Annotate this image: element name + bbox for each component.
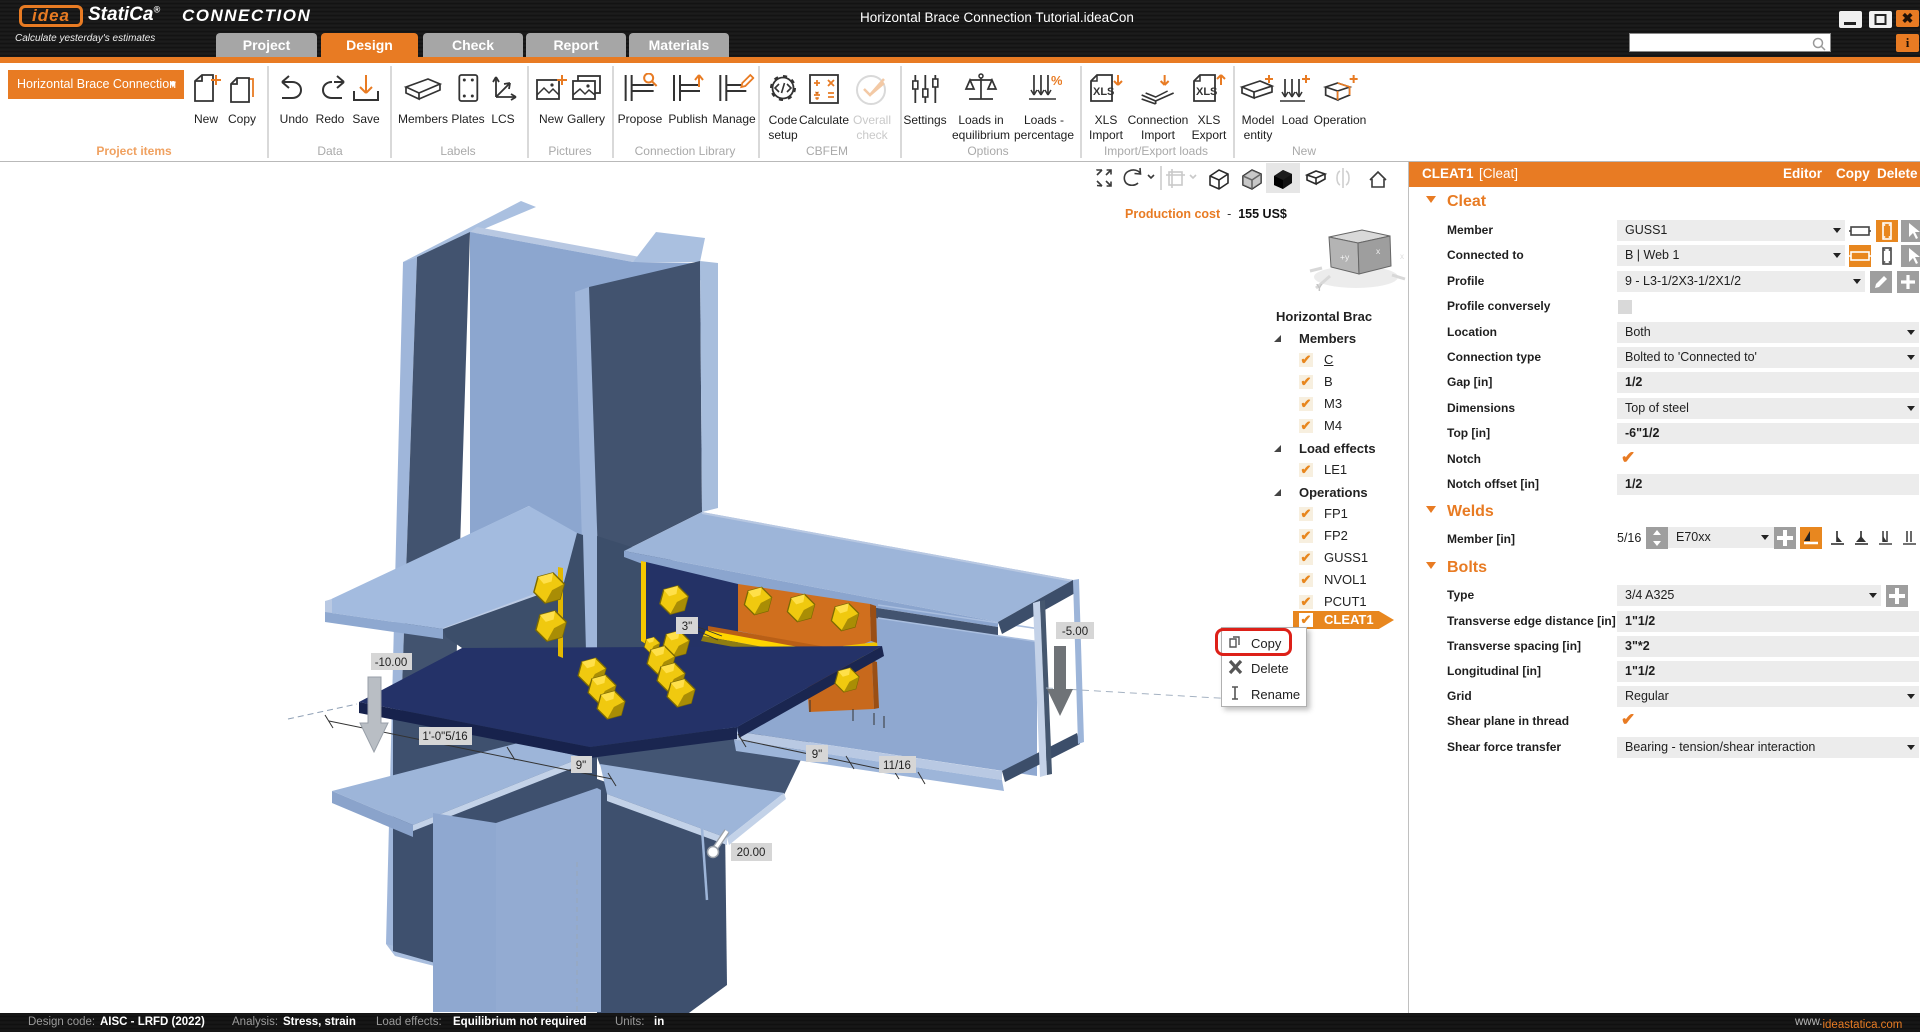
- svg-text:-5.00: -5.00: [1062, 626, 1088, 638]
- svg-text:9": 9": [812, 749, 822, 761]
- svg-text:3": 3": [682, 621, 692, 633]
- svg-text:XLS: XLS: [1196, 86, 1217, 98]
- svg-text:%: %: [1051, 73, 1062, 88]
- svg-text:1'-0"5/16: 1'-0"5/16: [422, 731, 467, 743]
- svg-text:Y: Y: [1316, 283, 1323, 293]
- svg-text:-10.00: -10.00: [375, 657, 408, 669]
- svg-text:+y: +y: [1340, 252, 1350, 262]
- svg-text:20.00: 20.00: [737, 847, 766, 859]
- svg-text:11/16: 11/16: [883, 760, 911, 772]
- svg-text:9": 9": [576, 760, 586, 772]
- svg-text:x: x: [1400, 252, 1404, 261]
- svg-text:XLS: XLS: [1093, 86, 1114, 98]
